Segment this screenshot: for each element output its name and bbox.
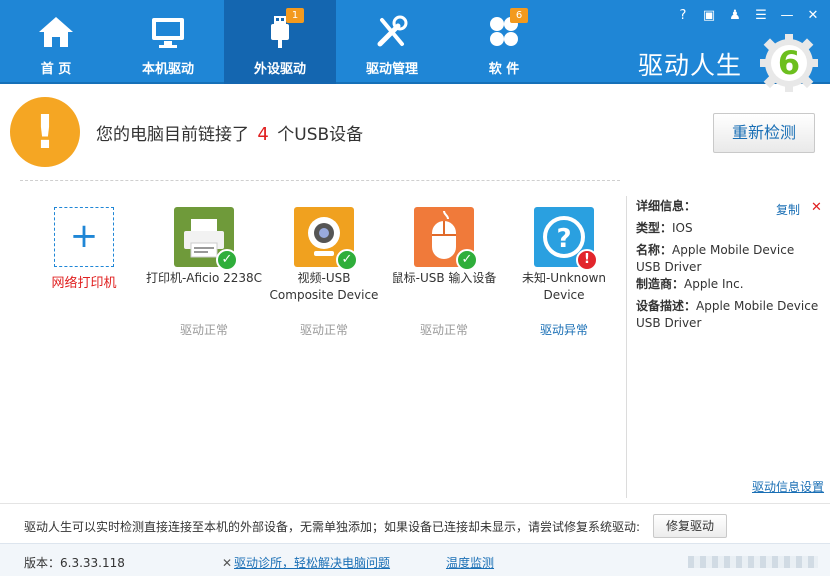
nav-badge: 1 — [286, 8, 304, 23]
driver-clinic-link[interactable]: ✕ 驱动诊所，轻松解决电脑问题 — [222, 554, 390, 571]
close-detail-icon[interactable]: ✕ — [811, 200, 822, 215]
skin-icon[interactable]: ♟ — [724, 6, 746, 26]
menu-icon[interactable]: ☰ — [750, 6, 772, 26]
status-ok-icon: ✓ — [456, 249, 478, 271]
version-text: 版本：6.3.33.118 — [24, 556, 125, 570]
headline-prefix: 您的电脑目前链接了 — [96, 125, 249, 145]
temperature-monitor-link[interactable]: 温度监测 — [446, 554, 494, 571]
driver-info-settings-link[interactable]: 驱动信息设置 — [752, 478, 824, 495]
name-label: 名称： — [636, 243, 673, 257]
maker-label: 制造商： — [636, 277, 685, 291]
page-headline: 您的电脑目前链接了 4 个USB设备 — [96, 120, 363, 145]
help-icon[interactable]: ? — [672, 6, 694, 26]
add-printer-label: 网络打印机 — [51, 276, 117, 291]
panel-divider — [626, 196, 627, 498]
info-text: 驱动人生可以实时检测直接连接至本机的外部设备，无需单独添加；如果设备已连接却未显… — [24, 520, 641, 534]
device-status: 驱动正常 — [179, 323, 228, 337]
top-bar: 首 页 本机驱动 1 外设驱动 驱动管理 6 软 件 ? ▣ ♟ ☰ — ✕ 驱… — [0, 0, 830, 92]
device-name: 未知-Unknown Device — [521, 271, 607, 302]
gear-logo-icon: 6 — [760, 34, 818, 92]
nav-label: 外设驱动 — [253, 62, 306, 77]
nav-item-driver-manage[interactable]: 驱动管理 — [336, 0, 448, 84]
blurred-region — [688, 556, 818, 568]
nav-item-home[interactable]: 首 页 — [0, 0, 112, 84]
device-grid: + 网络打印机 ✓ 打印机-Aficio 2238C 驱动正常 ✓ 视频-USB… — [30, 204, 620, 364]
type-value: IOS — [672, 221, 693, 235]
printer-icon: ✓ — [174, 207, 238, 271]
main-nav: 首 页 本机驱动 1 外设驱动 驱动管理 6 软 件 — [0, 0, 560, 84]
nav-item-software[interactable]: 6 软 件 — [448, 0, 560, 84]
device-count: 4 — [257, 124, 269, 145]
monitor-icon — [152, 18, 184, 48]
device-name: 视频-USB Composite Device — [269, 271, 379, 302]
repair-driver-button[interactable]: 修复驱动 — [653, 514, 727, 538]
device-status: 驱动正常 — [299, 323, 348, 337]
status-ok-icon: ✓ — [336, 249, 358, 271]
device-name: 打印机-Aficio 2238C — [145, 271, 263, 285]
brand-name: 驱动人生 — [637, 51, 742, 80]
divider — [20, 180, 620, 181]
status-error-icon: ! — [576, 249, 598, 271]
unknown-device-icon: ? ! — [534, 207, 598, 271]
wrench-icon: ✕ — [222, 556, 233, 570]
info-bar: 驱动人生可以实时检测直接连接至本机的外部设备，无需单独添加；如果设备已连接却未显… — [0, 503, 830, 543]
status-ok-icon: ✓ — [216, 249, 238, 271]
mouse-icon: ✓ — [414, 207, 478, 271]
nav-label: 驱动管理 — [365, 62, 418, 77]
nav-label: 首 页 — [40, 62, 72, 77]
webcam-icon: ✓ — [294, 207, 358, 271]
desc-label: 设备描述： — [636, 299, 697, 313]
add-printer-button[interactable]: + — [54, 207, 114, 267]
home-icon — [39, 17, 73, 47]
nav-badge: 6 — [510, 8, 528, 23]
tools-icon — [377, 15, 408, 47]
nav-item-local-driver[interactable]: 本机驱动 — [112, 0, 224, 84]
device-status: 驱动正常 — [419, 323, 468, 337]
status-bar: 版本：6.3.33.118 ✕ 驱动诊所，轻松解决电脑问题 温度监测 — [0, 543, 830, 576]
plus-icon: + — [69, 216, 99, 256]
logo-digit: 6 — [778, 44, 800, 82]
detail-panel: 详细信息： 类型：IOS 名称：Apple Mobile Device USB … — [636, 198, 822, 332]
type-label: 类型： — [636, 221, 673, 235]
device-status[interactable]: 驱动异常 — [504, 321, 624, 338]
window-controls: ? ▣ ♟ ☰ — ✕ — [672, 6, 824, 26]
minimize-icon[interactable]: — — [776, 6, 798, 26]
device-name: 鼠标-USB 输入设备 — [391, 271, 497, 285]
warning-icon: ! — [10, 97, 80, 167]
redetect-button[interactable]: 重新检测 — [713, 113, 815, 153]
nav-item-peripheral-driver[interactable]: 1 外设驱动 — [224, 0, 336, 84]
nav-label: 软 件 — [488, 62, 520, 77]
copy-link[interactable]: 复制 — [776, 201, 800, 218]
close-icon[interactable]: ✕ — [802, 6, 824, 26]
nav-label: 本机驱动 — [141, 62, 194, 77]
svg-text:?: ? — [556, 224, 571, 254]
driver-clinic-label: 驱动诊所，轻松解决电脑问题 — [234, 556, 391, 570]
feedback-icon[interactable]: ▣ — [698, 6, 720, 26]
detail-title: 详细信息： — [636, 199, 697, 213]
headline-suffix: 个USB设备 — [277, 125, 364, 145]
maker-value: Apple Inc. — [684, 277, 744, 291]
